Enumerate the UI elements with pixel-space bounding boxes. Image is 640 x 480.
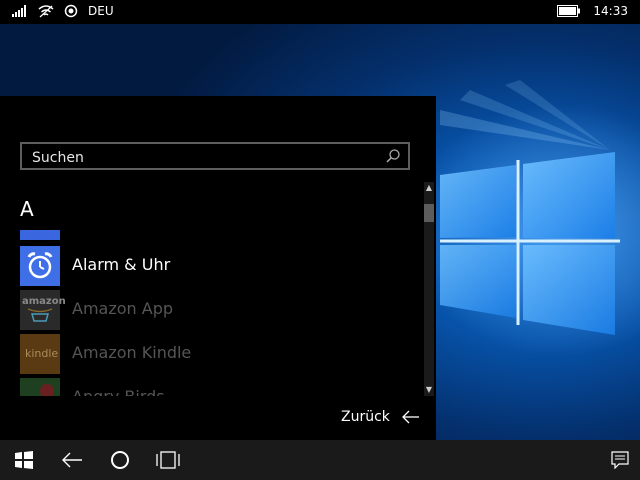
app-item-alarm-uhr[interactable]: Alarm & Uhr <box>20 246 415 286</box>
app-tile: amazon <box>20 290 66 330</box>
bird-icon <box>40 384 54 396</box>
language-indicator: DEU <box>88 4 114 18</box>
scroll-down-arrow-icon[interactable]: ▼ <box>424 384 434 396</box>
start-button[interactable] <box>4 440 44 480</box>
action-center-icon <box>611 451 629 469</box>
action-center-button[interactable] <box>600 440 640 480</box>
status-bar: DEU 14:33 <box>0 0 640 24</box>
app-item-angry-birds[interactable]: Angry Birds <box>20 378 415 396</box>
section-header-letter[interactable]: A <box>20 197 34 221</box>
shopping-cart-icon <box>27 308 53 322</box>
app-tile: kindle <box>20 334 60 374</box>
app-label: Angry Birds <box>72 387 165 396</box>
scroll-up-arrow-icon[interactable]: ▲ <box>424 182 434 194</box>
app-label: Amazon App <box>72 299 174 318</box>
search-box[interactable] <box>20 142 410 170</box>
app-list: Alarm & Uhr amazon Amazon App kindle Ama… <box>20 230 415 396</box>
kindle-logo-icon: kindle <box>25 347 59 360</box>
search-button[interactable] <box>100 440 140 480</box>
navigation-bar <box>0 440 640 480</box>
app-label: Amazon Kindle <box>72 343 192 362</box>
app-label: Alarm & Uhr <box>72 255 171 274</box>
scrollbar-thumb[interactable] <box>424 204 434 222</box>
search-input[interactable] <box>30 147 374 169</box>
back-arrow-icon <box>62 452 82 468</box>
app-tile <box>20 378 60 396</box>
app-list-scrollbar[interactable]: ▲ ▼ <box>424 182 434 396</box>
location-icon <box>64 4 78 18</box>
clock-time: 14:33 <box>593 4 628 18</box>
search-icon[interactable] <box>386 149 400 163</box>
app-item-amazon-app[interactable]: amazon Amazon App <box>20 290 415 330</box>
back-link[interactable]: Zurück <box>341 409 420 425</box>
wifi-icon <box>38 5 54 18</box>
alarm-clock-icon <box>27 252 53 279</box>
task-view-button[interactable] <box>148 440 188 480</box>
back-label: Zurück <box>341 409 390 425</box>
app-item-amazon-kindle[interactable]: kindle Amazon Kindle <box>20 334 415 374</box>
battery-icon <box>557 5 581 17</box>
windows-logo-icon <box>15 451 33 469</box>
list-item[interactable] <box>20 230 415 240</box>
back-arrow-icon <box>401 410 419 424</box>
app-tile <box>20 230 60 240</box>
signal-bars-icon <box>12 5 26 17</box>
cortana-circle-icon <box>111 451 129 469</box>
app-tile <box>20 246 60 286</box>
back-button[interactable] <box>52 440 92 480</box>
task-view-icon <box>156 451 180 469</box>
